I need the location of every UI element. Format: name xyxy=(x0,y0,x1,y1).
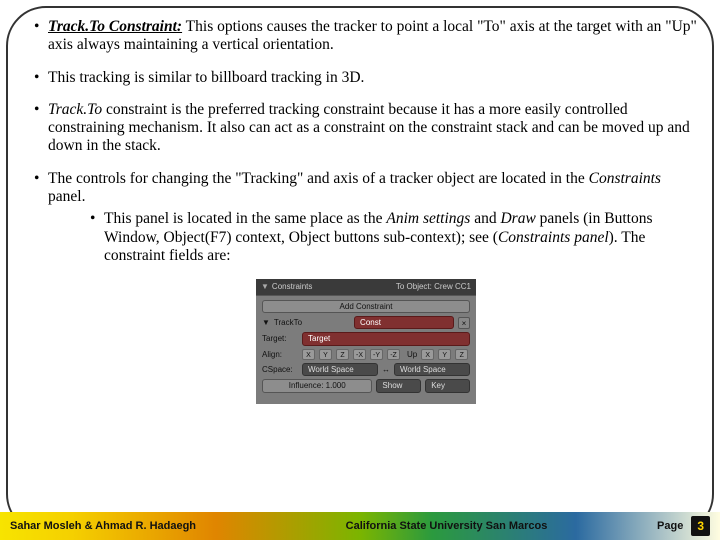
up-x: X xyxy=(421,349,434,360)
show-button: Show xyxy=(376,379,421,392)
bullet-3-em: Track.To xyxy=(48,101,102,118)
slide-footer: Sahar Mosleh & Ahmad R. Hadaegh Californ… xyxy=(0,512,720,540)
align-nz: -Z xyxy=(387,349,400,360)
const-field: Const xyxy=(354,316,454,329)
page-number: 3 xyxy=(691,516,710,536)
influence-field: Influence: 1.000 xyxy=(262,379,372,392)
expand-icon: ▼ xyxy=(262,318,270,327)
space2-field: World Space xyxy=(394,363,470,376)
target-label: Target: xyxy=(262,334,298,343)
sub-mid: and xyxy=(470,210,500,227)
panel-body: Add Constraint ▼ TrackTo Const × Target:… xyxy=(256,296,476,404)
align-label: Align: xyxy=(262,350,298,359)
close-icon: × xyxy=(458,317,470,329)
trackto-label: TrackTo xyxy=(274,318,302,327)
sub-em3: Constraints panel xyxy=(498,229,609,246)
bullet-2-text: This tracking is similar to billboard tr… xyxy=(48,69,364,86)
bullet-list: Track.To Constraint: This options causes… xyxy=(34,18,698,265)
bullet-4-em: Constraints xyxy=(589,170,661,187)
target-field: Target xyxy=(302,332,470,345)
footer-authors: Sahar Mosleh & Ahmad R. Hadaegh xyxy=(0,520,196,532)
align-nx: -X xyxy=(353,349,366,360)
bullet-4-post: panel. xyxy=(48,188,85,205)
align-x: X xyxy=(302,349,315,360)
panel-header: ▼Constraints To Object: Crew CC1 xyxy=(256,279,476,295)
up-label: Up xyxy=(407,350,417,359)
align-y: Y xyxy=(319,349,332,360)
sub-em1: Anim settings xyxy=(386,210,470,227)
slide-content: Track.To Constraint: This options causes… xyxy=(34,18,698,500)
bullet-3-text: constraint is the preferred tracking con… xyxy=(48,101,690,155)
bullet-4: The controls for changing the "Tracking"… xyxy=(34,170,698,265)
add-constraint-button: Add Constraint xyxy=(262,300,470,313)
sub-pre: This panel is located in the same place … xyxy=(104,210,386,227)
space1-field: World Space xyxy=(302,363,378,376)
cspace-label: CSpace: xyxy=(262,365,298,374)
footer-university: California State University San Marcos xyxy=(196,520,657,532)
sub-em2: Draw xyxy=(500,210,535,227)
sub-bullet-1: This panel is located in the same place … xyxy=(90,210,698,265)
up-y: Y xyxy=(438,349,451,360)
sub-bullet-list: This panel is located in the same place … xyxy=(48,210,698,265)
panel-header-right: To Object: Crew CC1 xyxy=(396,282,471,291)
bullet-3: Track.To constraint is the preferred tra… xyxy=(34,101,698,156)
bullet-1-label: Track.To Constraint: xyxy=(48,18,182,35)
bullet-1: Track.To Constraint: This options causes… xyxy=(34,18,698,55)
triangle-down-icon: ▼ xyxy=(261,282,269,291)
panel-title: ▼Constraints xyxy=(261,282,312,291)
bullet-4-pre: The controls for changing the "Tracking"… xyxy=(48,170,589,187)
align-z: Z xyxy=(336,349,349,360)
constraints-panel-screenshot: ▼Constraints To Object: Crew CC1 Add Con… xyxy=(256,279,476,404)
key-button: Key xyxy=(425,379,470,392)
bullet-2: This tracking is similar to billboard tr… xyxy=(34,69,698,87)
align-ny: -Y xyxy=(370,349,383,360)
page-label: Page xyxy=(657,520,683,532)
up-z: Z xyxy=(455,349,468,360)
